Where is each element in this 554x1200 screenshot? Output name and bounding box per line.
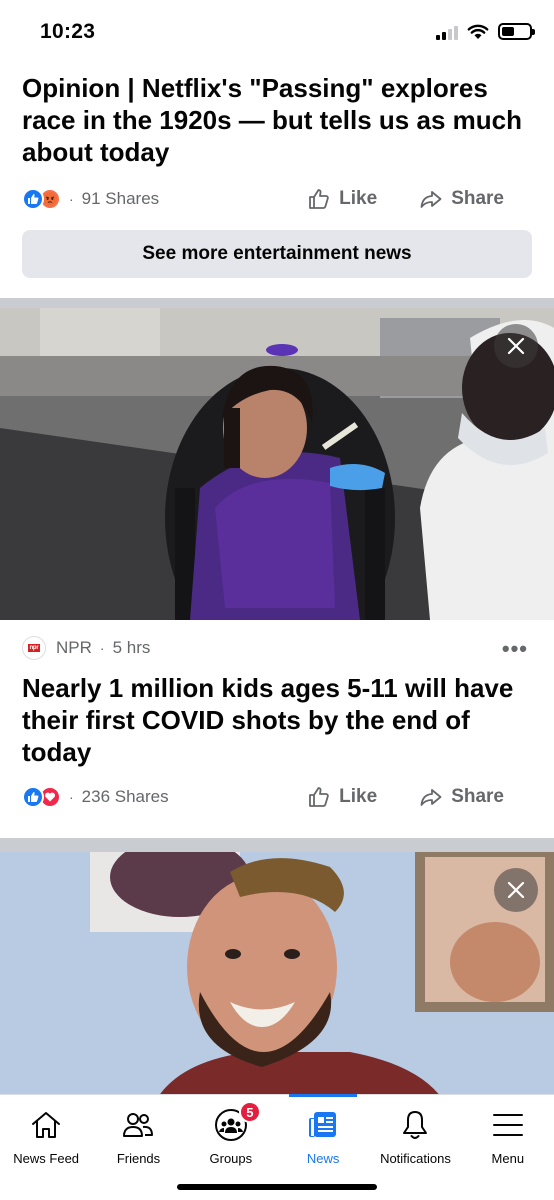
like-button[interactable]: Like bbox=[307, 785, 377, 809]
tab-label: Friends bbox=[116, 1151, 161, 1166]
share-arrow-icon bbox=[420, 789, 442, 806]
post-headline[interactable]: Nearly 1 million kids ages 5-11 will hav… bbox=[0, 670, 554, 772]
feed-separator bbox=[0, 838, 554, 852]
status-time: 10:23 bbox=[40, 20, 96, 43]
share-label: Share bbox=[451, 786, 504, 807]
thumbs-up-icon bbox=[309, 189, 329, 209]
post-card-opinion[interactable]: Opinion | Netflix's "Passing" explores r… bbox=[0, 64, 554, 278]
separator-dot: · bbox=[69, 789, 74, 805]
menu-icon bbox=[492, 1114, 523, 1136]
post-photo-vaccination[interactable] bbox=[0, 308, 554, 620]
share-button[interactable]: Share bbox=[419, 187, 504, 211]
tab-label: Groups bbox=[209, 1151, 253, 1166]
news-feed: Opinion | Netflix's "Passing" explores r… bbox=[0, 64, 554, 1094]
hide-post-close-button[interactable] bbox=[494, 324, 538, 368]
vaccination-photo-image bbox=[0, 308, 554, 620]
feed-separator bbox=[0, 298, 554, 308]
like-reaction-icon bbox=[22, 786, 44, 808]
tab-label: News Feed bbox=[13, 1151, 80, 1166]
tab-groups[interactable]: 5 Groups bbox=[185, 1095, 277, 1175]
tab-news-feed[interactable]: News Feed bbox=[0, 1095, 92, 1175]
tab-news[interactable]: News bbox=[277, 1094, 369, 1175]
shares-count[interactable]: 91 Shares bbox=[82, 189, 160, 209]
news-icon bbox=[309, 1112, 337, 1137]
like-reaction-icon bbox=[22, 188, 44, 210]
npr-logo-icon[interactable]: npr bbox=[22, 636, 46, 660]
reaction-row: · 236 Shares Like Share bbox=[0, 772, 554, 822]
bell-icon bbox=[403, 1111, 428, 1139]
post-source-row: npr NPR · 5 hrs ••• bbox=[0, 626, 554, 670]
home-icon bbox=[32, 1112, 61, 1138]
more-options-icon[interactable]: ••• bbox=[502, 636, 528, 662]
post-time: 5 hrs bbox=[112, 638, 151, 657]
see-more-entertainment-button[interactable]: See more entertainment news bbox=[22, 230, 532, 278]
separator-dot: · bbox=[69, 191, 74, 207]
source-name[interactable]: NPR bbox=[56, 638, 92, 658]
share-label: Share bbox=[451, 188, 504, 209]
post-photo-next[interactable] bbox=[0, 852, 554, 1094]
tab-label: Notifications bbox=[380, 1151, 451, 1166]
reactions-summary[interactable] bbox=[22, 786, 61, 808]
portrait-photo-image bbox=[0, 852, 554, 1094]
tab-menu[interactable]: Menu bbox=[462, 1095, 554, 1175]
cellular-signal-icon bbox=[436, 24, 458, 40]
post-actions: Like Share bbox=[307, 174, 504, 224]
close-icon bbox=[507, 337, 525, 355]
battery-icon bbox=[498, 23, 535, 40]
like-button[interactable]: Like bbox=[307, 187, 377, 211]
friends-icon bbox=[123, 1113, 154, 1137]
reaction-row: · 91 Shares Like Share bbox=[0, 174, 554, 224]
share-arrow-icon bbox=[420, 191, 442, 208]
like-label: Like bbox=[339, 188, 378, 209]
status-bar: 10:23 bbox=[0, 0, 554, 64]
bottom-tab-bar: News Feed Friends 5 Groups News Notifica… bbox=[0, 1094, 554, 1200]
home-indicator[interactable] bbox=[177, 1184, 377, 1190]
status-icons bbox=[436, 23, 535, 40]
like-label: Like bbox=[339, 786, 378, 807]
shares-count[interactable]: 236 Shares bbox=[82, 787, 169, 807]
separator-dot: · bbox=[99, 640, 105, 656]
post-card-next[interactable] bbox=[0, 852, 554, 1094]
tab-label: Menu bbox=[491, 1151, 525, 1166]
post-headline[interactable]: Opinion | Netflix's "Passing" explores r… bbox=[0, 72, 554, 174]
reactions-summary[interactable] bbox=[22, 188, 61, 210]
tab-notifications[interactable]: Notifications bbox=[369, 1095, 461, 1175]
wifi-icon bbox=[467, 24, 489, 39]
thumbs-up-icon bbox=[309, 787, 329, 807]
tab-friends[interactable]: Friends bbox=[92, 1095, 184, 1175]
post-card-npr[interactable]: npr NPR · 5 hrs ••• Nearly 1 million kid… bbox=[0, 308, 554, 838]
post-actions: Like Share bbox=[307, 772, 504, 822]
close-icon bbox=[507, 881, 525, 899]
tab-label: News bbox=[306, 1151, 340, 1166]
share-button[interactable]: Share bbox=[419, 785, 504, 809]
hide-post-close-button[interactable] bbox=[494, 868, 538, 912]
groups-notification-badge: 5 bbox=[238, 1101, 261, 1123]
